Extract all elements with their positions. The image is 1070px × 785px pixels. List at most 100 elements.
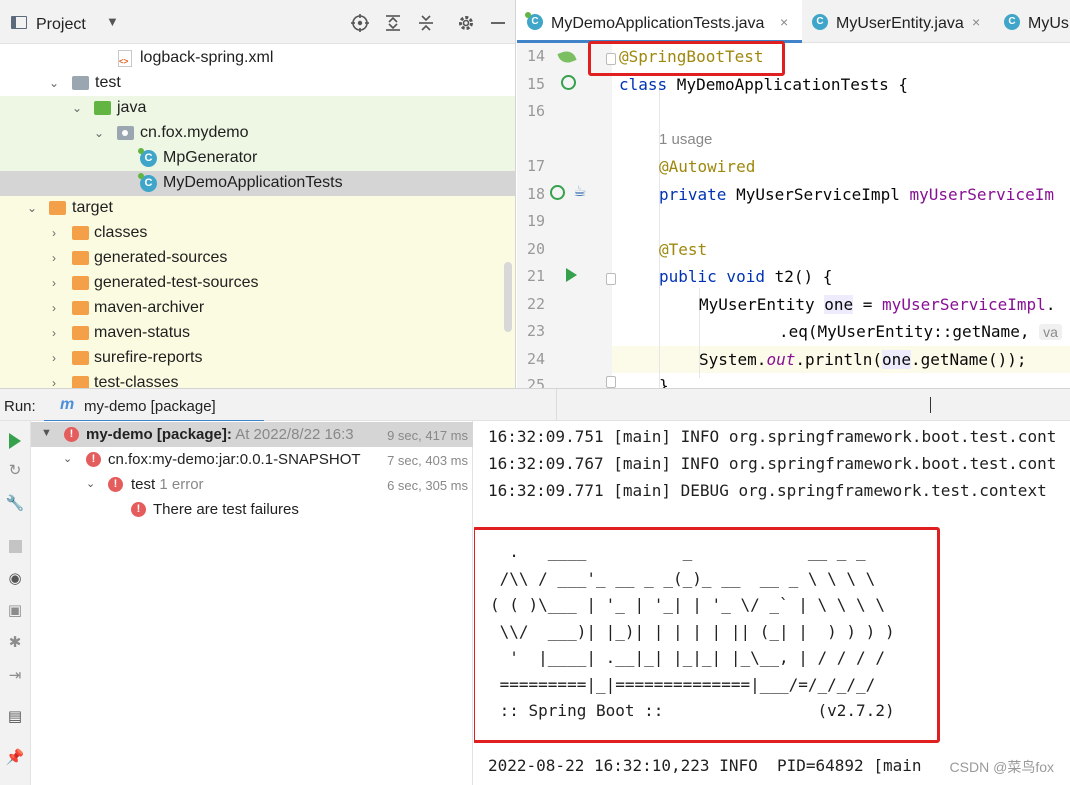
error-icon: ! [131,502,146,517]
project-title[interactable]: Project [36,16,86,34]
tree-item-test[interactable]: ⌄ test [0,71,515,96]
folder-icon [72,351,89,365]
close-icon[interactable]: × [972,14,980,30]
line-number: 17 [526,157,545,175]
code-line-25: } [659,376,669,388]
tree-item-label: generated-sources [94,249,228,266]
folder-icon [72,276,89,290]
tree-item-generated-test-sources[interactable]: › generated-test-sources [0,271,515,296]
usage-hint[interactable]: 1 usage [659,131,712,148]
editor-tabbar: C MyDemoApplicationTests.java × C MyUser… [517,0,1070,43]
minimize-icon[interactable] [488,13,508,33]
chevron-down-icon[interactable]: ⌄ [92,125,106,141]
wrench-icon[interactable]: 🔧 [5,494,25,514]
xml-file-icon [118,50,132,67]
result-meta: At 2022/8/22 16:3 [231,426,354,443]
class-icon: C [812,14,828,30]
tree-item-label: test [95,74,121,91]
tree-item-label: maven-status [94,324,191,341]
pin-icon[interactable]: 📌 [5,748,25,768]
line-number: 19 [526,212,545,230]
code-area[interactable]: @SpringBootTest class MyDemoApplicationT… [612,43,1070,388]
tree-item-target[interactable]: ⌄ target [0,196,515,221]
chevron-down-icon[interactable]: ⌄ [86,477,95,490]
chevron-down-icon[interactable]: ▼ [41,427,52,439]
result-row-failures[interactable]: ! There are test failures [31,497,473,522]
result-row-test[interactable]: ⌄ ! test 1 error 6 sec, 305 ms [31,472,473,497]
project-scrollbar[interactable] [504,262,512,332]
test-class-icon: C [138,173,157,192]
chevron-right-icon[interactable]: › [47,375,61,388]
rerun-icon[interactable] [9,433,21,449]
chevron-right-icon[interactable]: › [47,250,61,266]
tree-item-generated-sources[interactable]: › generated-sources [0,246,515,271]
tree-item-surefire-reports[interactable]: › surefire-reports [0,346,515,371]
eye-icon[interactable]: ◉ [5,569,25,589]
chevron-right-icon[interactable]: › [47,225,61,241]
expand-all-icon[interactable] [383,13,403,33]
chevron-right-icon[interactable]: › [47,275,61,291]
result-label: test 1 error [131,476,204,493]
chevron-right-icon[interactable]: › [47,300,61,316]
code-text: .println( [795,350,883,369]
chevron-down-icon[interactable]: ⌄ [63,452,72,465]
tree-item-mpgenerator[interactable]: C MpGenerator [0,146,515,171]
tab-mydemoapplicationtests[interactable]: C MyDemoApplicationTests.java × [517,0,802,43]
chevron-down-icon[interactable]: ⌄ [25,200,39,216]
excluded-folder-icon [49,201,66,215]
console-output[interactable]: 16:32:09.751 [main] INFO org.springframe… [474,421,1070,785]
tab-myus[interactable]: C MyUs [994,0,1070,43]
toggle-offline-icon[interactable]: ↻ [5,461,25,481]
result-row-my-demo[interactable]: ▼ ! my-demo [package]: At 2022/8/22 16:3… [31,422,473,447]
chevron-right-icon[interactable]: › [47,325,61,341]
test-sources-folder-icon [94,101,111,115]
close-icon[interactable]: × [780,14,788,30]
result-name: test [131,476,156,493]
spring-bean-icon[interactable] [557,48,577,66]
code-editor[interactable]: C MyDemoApplicationTests.java × C MyUser… [517,0,1070,388]
result-row-jar[interactable]: ⌄ ! cn.fox:my-demo:jar:0.0.1-SNAPSHOT 7 … [31,447,473,472]
build-results-tree: ▼ ! my-demo [package]: At 2022/8/22 16:3… [31,421,473,785]
java-bean-icon[interactable]: ☕ [573,183,587,201]
chevron-down-icon[interactable]: ⌄ [70,100,84,116]
chevron-right-icon[interactable]: › [47,350,61,366]
tree-item-package[interactable]: ⌄ cn.fox.mydemo [0,121,515,146]
tree-item-classes[interactable]: › classes [0,221,515,246]
result-time: 7 sec, 403 ms [387,453,468,468]
spring-autowired-icon[interactable] [550,185,565,200]
tree-item-mydemoapplicationtests[interactable]: C MyDemoApplicationTests [0,171,515,196]
chevron-down-icon[interactable]: ⌄ [47,75,61,91]
collapse-all-icon[interactable] [416,13,436,33]
run-header: Run: m my-demo [package] [0,388,1070,423]
camera-icon[interactable]: ▣ [5,601,25,621]
tree-item-maven-status[interactable]: › maven-status [0,321,515,346]
tab-myuserentity[interactable]: C MyUserEntity.java × [802,0,1002,43]
tree-item-logback[interactable]: logback-spring.xml [0,46,515,71]
run-tab-my-demo[interactable]: m my-demo [package] [44,389,264,423]
code-text: . [1045,295,1056,314]
code-line-22: MyUserEntity one = myUserServiceImpl. [699,295,1055,314]
gear-icon[interactable] [456,13,476,33]
run-test-class-icon[interactable] [561,75,576,90]
field-name: myUserServiceIm [909,185,1054,204]
tree-item-java[interactable]: ⌄ java [0,96,515,121]
result-time: 6 sec, 305 ms [387,478,468,493]
chevron-down-icon[interactable]: ▼ [106,14,119,29]
locate-icon[interactable] [350,13,370,33]
tree-item-label: cn.fox.mydemo [140,124,249,141]
code-text: t2() { [764,267,833,286]
debug-icon[interactable]: ✱ [5,633,25,653]
layout-icon[interactable]: ▤ [5,707,25,727]
run-test-icon[interactable] [566,268,577,282]
console-line: 16:32:09.771 [main] DEBUG org.springfram… [488,481,1047,500]
tree-item-label: java [117,99,147,116]
field-name: myUserServiceImpl [882,295,1046,314]
error-icon: ! [64,427,79,442]
stop-icon[interactable] [9,540,22,553]
code-text: .eq(MyUserEntity::getName, [779,322,1040,341]
tab-label: MyUs [1028,15,1069,32]
import-icon[interactable]: ⇥ [5,666,25,686]
tree-item-maven-archiver[interactable]: › maven-archiver [0,296,515,321]
folder-icon [72,301,89,315]
tree-item-test-classes[interactable]: › test-classes [0,371,515,388]
